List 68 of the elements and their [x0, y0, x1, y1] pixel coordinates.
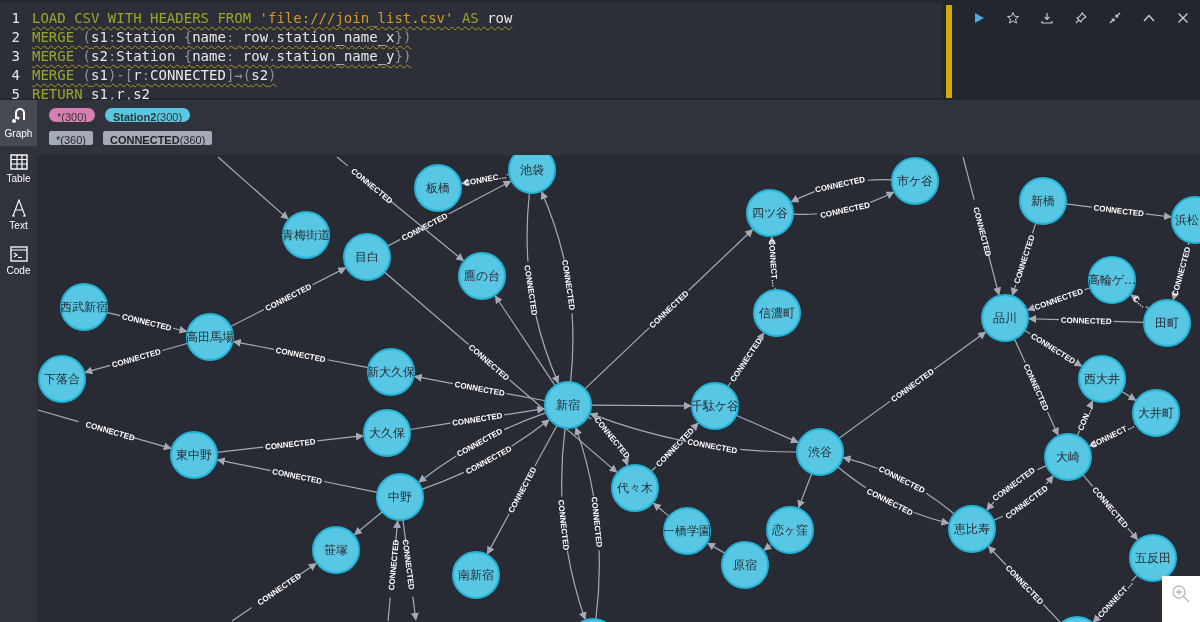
- station-node[interactable]: 中野: [376, 473, 424, 521]
- download-icon: [1040, 11, 1054, 25]
- station-node[interactable]: 田町: [1143, 299, 1191, 347]
- relationship-type-pill[interactable]: *(360): [49, 131, 93, 145]
- station-node[interactable]: 高田馬場: [186, 313, 234, 361]
- node-label-pill[interactable]: Station2(300): [104, 108, 191, 122]
- zoom-in-icon: [1171, 584, 1191, 604]
- station-node[interactable]: 一橋学園: [663, 507, 711, 555]
- pin-icon: [1074, 11, 1088, 25]
- station-node[interactable]: 鷹の台: [458, 252, 506, 300]
- collapse-icon: [1108, 11, 1122, 25]
- station-node[interactable]: 目白: [343, 233, 391, 281]
- station-node[interactable]: 下落合: [38, 355, 86, 403]
- sidebar-tab[interactable]: Code: [0, 238, 37, 284]
- station-node[interactable]: 大崎: [1044, 433, 1092, 481]
- line-number: 2: [10, 28, 21, 45]
- graph-icon: [9, 107, 28, 125]
- station-node[interactable]: 恋ヶ窪: [766, 506, 814, 554]
- station-node[interactable]: 青梅街道: [282, 211, 330, 259]
- code-line: MERGE (s1)-[r:CONNECTED]→(s2): [32, 66, 277, 83]
- line-number: 4: [10, 66, 21, 83]
- station-node[interactable]: 西武新宿: [60, 283, 108, 331]
- relationship-arrow: [763, 542, 773, 551]
- star-icon: [1006, 11, 1020, 25]
- station-node[interactable]: 南新宿: [452, 551, 500, 599]
- relationship-arrow: [217, 156, 289, 220]
- code-line: MERGE (s1:Station {name: row.station_name_x}): [32, 28, 412, 45]
- code-line: LOAD CSV WITH HEADERS FROM 'file:///join_list.csv' AS row: [32, 9, 513, 26]
- station-node[interactable]: 恵比寿: [948, 505, 996, 553]
- relationship-arrow: [707, 542, 726, 554]
- station-node[interactable]: 千駄ケ谷: [691, 382, 739, 430]
- station-node[interactable]: 西大井: [1078, 355, 1126, 403]
- station-node[interactable]: 品川: [981, 294, 1029, 342]
- line-number: 3: [10, 47, 21, 64]
- relationship-arrow: [353, 511, 383, 536]
- station-node[interactable]: 池袋: [508, 155, 556, 194]
- relationship-arrow: [797, 472, 813, 509]
- close-icon: [1176, 11, 1190, 25]
- sidebar-tab[interactable]: Graph: [0, 100, 37, 146]
- station-node[interactable]: 新宿: [544, 381, 592, 429]
- line-number: 1: [10, 9, 21, 26]
- station-node[interactable]: 市ケ谷: [891, 157, 939, 205]
- station-node[interactable]: 大久保: [363, 409, 411, 457]
- terminal-icon: [9, 246, 28, 262]
- station-node[interactable]: 渋谷: [796, 428, 844, 476]
- station-node[interactable]: 信濃町: [753, 289, 801, 337]
- code-line: MERGE (s2:Station {name: row.station_name_y}): [32, 47, 412, 64]
- station-node[interactable]: 板橋: [414, 164, 462, 212]
- station-node[interactable]: 新大久保: [367, 348, 415, 396]
- station-node[interactable]: 五反田: [1129, 534, 1177, 582]
- relationship-type-pill[interactable]: CONNECTED(360): [102, 131, 213, 145]
- station-node[interactable]: 笹塚: [312, 526, 360, 574]
- sidebar-tab[interactable]: Text: [0, 192, 37, 238]
- table-icon: [9, 154, 28, 170]
- letter-a-icon: [10, 199, 27, 217]
- station-node[interactable]: 四ツ谷: [746, 189, 794, 237]
- play-icon: [972, 11, 986, 25]
- node-label-pill[interactable]: *(300): [49, 108, 95, 122]
- line-number: 5: [10, 85, 21, 102]
- station-node[interactable]: 東中野: [170, 431, 218, 479]
- relationship-arrow: [1120, 390, 1137, 401]
- relationship-arrow: [652, 502, 670, 517]
- relationship-arrow: [735, 414, 799, 444]
- station-node[interactable]: 大井町: [1132, 389, 1180, 437]
- station-node[interactable]: 原宿: [721, 541, 769, 589]
- station-node[interactable]: 新橋: [1019, 177, 1067, 225]
- sidebar-tab[interactable]: Table: [0, 146, 37, 192]
- station-node[interactable]: 浜松: [1171, 196, 1200, 244]
